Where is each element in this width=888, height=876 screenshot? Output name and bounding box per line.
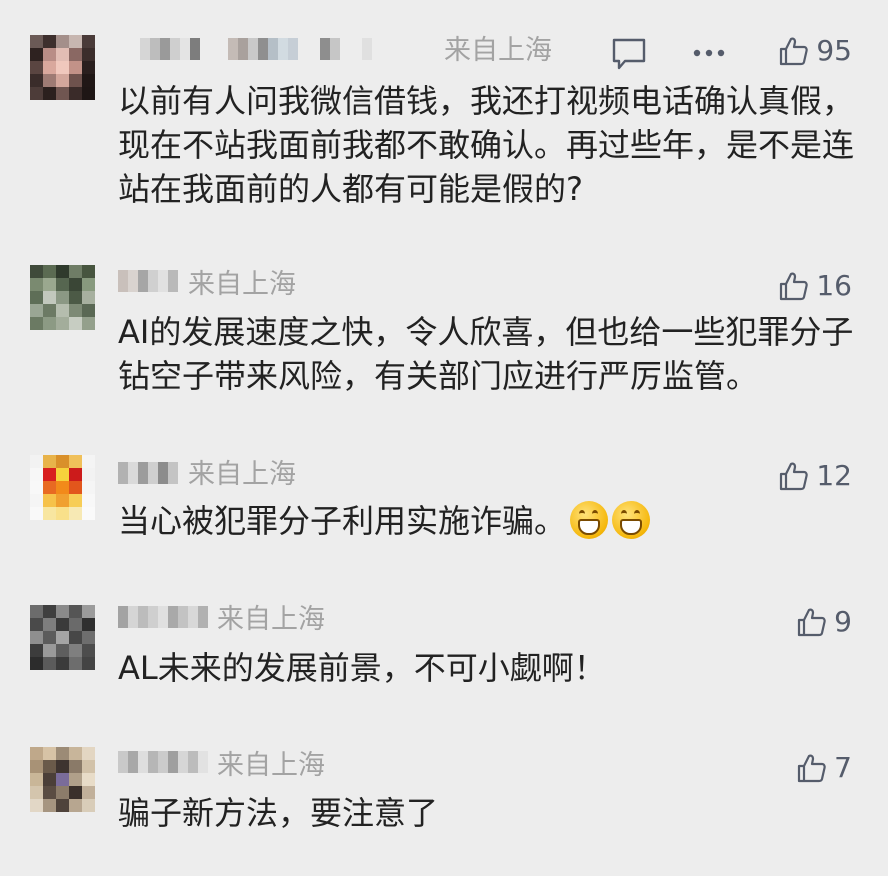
avatar[interactable]	[30, 35, 95, 100]
like-button[interactable]: 16	[778, 269, 852, 302]
comment-text: 以前有人问我微信借钱，我还打视频电话确认真假，现在不站我面前我都不敢确认。再过些…	[118, 82, 855, 208]
username-redacted[interactable]	[118, 270, 178, 292]
username-redacted[interactable]	[118, 606, 208, 628]
username-redacted[interactable]	[118, 751, 208, 773]
more-icon[interactable]	[692, 48, 726, 58]
like-count: 16	[816, 269, 852, 302]
username-redacted[interactable]	[140, 38, 372, 60]
comment-text: 当心被犯罪分子利用实施诈骗。	[118, 499, 863, 543]
location-label: 来自上海	[188, 459, 296, 490]
thumb-up-icon	[798, 608, 826, 636]
avatar[interactable]	[30, 265, 95, 330]
avatar[interactable]	[30, 605, 95, 670]
comment-text-body: 当心被犯罪分子利用实施诈骗。	[118, 502, 567, 540]
like-button[interactable]: 9	[796, 605, 852, 638]
location-label: 来自上海	[188, 269, 296, 300]
location-label: 来自上海	[217, 604, 325, 635]
like-button[interactable]: 12	[778, 459, 852, 492]
thumb-up-icon	[798, 754, 826, 782]
like-count: 12	[816, 459, 852, 492]
thumb-up-icon	[780, 37, 809, 65]
like-button[interactable]: 95	[778, 34, 852, 67]
like-count: 7	[834, 751, 852, 784]
location-label: 来自上海	[444, 35, 552, 66]
grin-emoji	[612, 501, 651, 539]
comment-text: AL未来的发展前景，不可小觑啊！	[118, 649, 606, 687]
reply-icon[interactable]	[611, 37, 647, 71]
like-button[interactable]: 7	[796, 751, 852, 784]
like-count: 9	[834, 605, 852, 638]
username-redacted[interactable]	[118, 462, 178, 484]
avatar[interactable]	[30, 747, 95, 812]
thumb-up-icon	[780, 272, 809, 300]
avatar[interactable]	[30, 455, 95, 520]
comment-text: AI的发展速度之快，令人欣喜，但也给一些犯罪分子钻空子带来风险，有关部门应进行严…	[118, 313, 854, 395]
location-label: 来自上海	[217, 750, 325, 781]
thumb-up-icon	[780, 462, 809, 490]
like-count: 95	[816, 34, 852, 67]
grin-emoji	[570, 501, 609, 539]
comment-text: 骗子新方法，要注意了	[118, 794, 439, 832]
